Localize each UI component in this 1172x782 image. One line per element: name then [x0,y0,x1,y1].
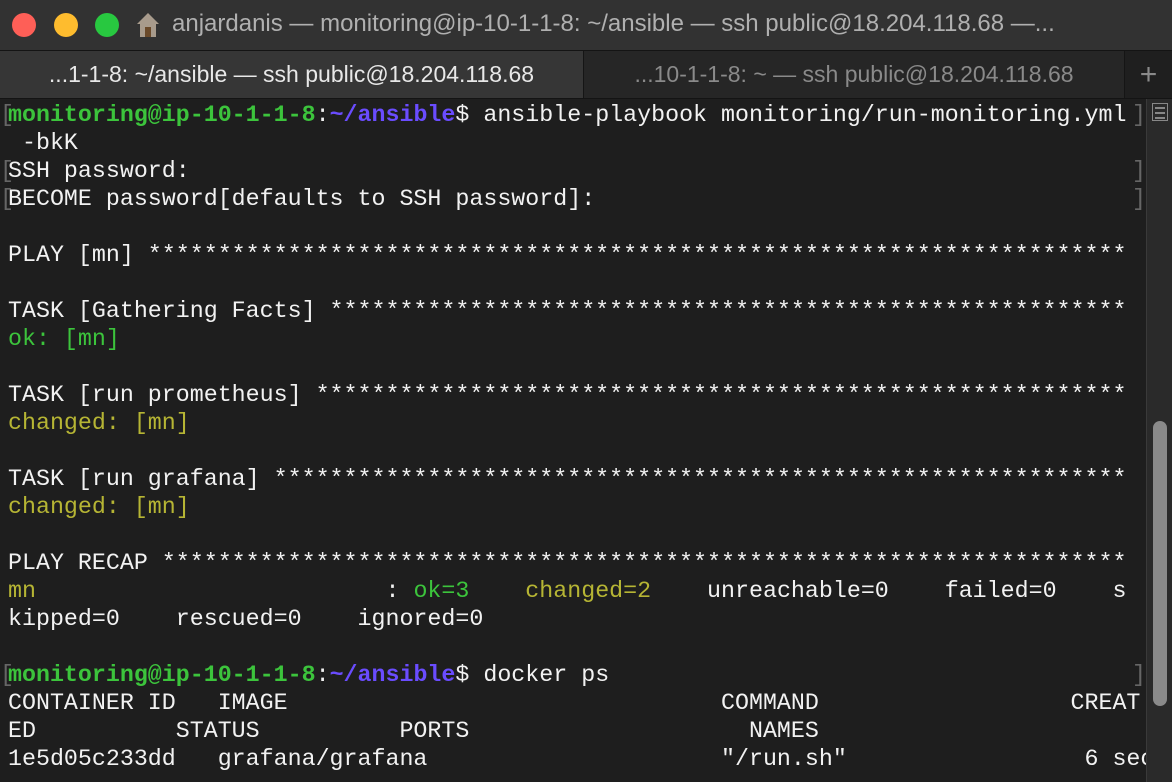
line-bracket: [ [0,158,14,184]
terminal-text: ok: [mn] [8,326,120,352]
line-bracket: ] [1132,186,1146,212]
terminal-line: TASK [run prometheus] ******************… [8,381,1138,409]
terminal-line: kipped=0 rescued=0 ignored=0 [8,605,1138,633]
terminal-line: mn : ok=3 changed=2 unreachable=0 failed… [8,577,1138,605]
terminal-line: [] BECOME password[defaults to SSH passwo… [0,185,1146,213]
terminal-text: BECOME password[defaults to SSH password… [8,186,596,212]
line-bracket: ] [1132,158,1146,184]
terminal-line: [] monitoring@ip-10-1-1-8:~/ansible$ dock… [0,661,1146,689]
terminal-text: unreachable=0 failed=0 s [651,578,1127,604]
terminal-text: changed: [mn] [8,410,190,436]
terminal-line: ED STATUS PORTS NAMES [8,717,1138,745]
terminal-line: changed: [mn] [8,493,1138,521]
tab-ansible[interactable]: ...1-1-8: ~/ansible — ssh public@18.204.… [0,51,584,98]
terminal-line: [] monitoring@ip-10-1-1-8:~/ansible$ ansi… [0,101,1146,129]
terminal-text: ~/ansible [329,102,456,128]
terminal-text: ok=3 [413,578,470,604]
terminal-text: $ docker ps [455,662,610,688]
scrollbar[interactable] [1146,99,1172,782]
terminal-text: ~/ansible [329,662,456,688]
line-bracket: [ [0,102,14,128]
terminal-text: SSH password: [8,158,190,184]
line-bracket: ] [1132,102,1146,128]
terminal-line: PLAY [mn] ******************************… [8,241,1138,269]
terminal-text: monitoring@ip-10-1-1-8 [8,662,316,688]
new-tab-button[interactable]: + [1125,51,1172,98]
terminal-text: -bkK [8,130,78,156]
tab-bar: ...1-1-8: ~/ansible — ssh public@18.204.… [0,50,1172,99]
terminal-line: 1e5d05c233dd grafana/grafana "/run.sh" 6… [8,745,1154,773]
terminal-text: : [315,662,330,688]
menu-icon[interactable] [1152,103,1168,121]
terminal-text: changed: [mn] [8,494,190,520]
terminal-line: PLAY RECAP *****************************… [8,549,1138,577]
terminal-line: [] SSH password: [0,157,1146,185]
window-title: anjardanis — monitoring@ip-10-1-1-8: ~/a… [172,10,1055,37]
terminal-line: -bkK [8,129,1138,157]
terminal-text: $ ansible-playbook monitoring/run-monito… [455,102,1127,128]
terminal-line: changed: [mn] [8,409,1138,437]
line-bracket: [ [0,186,14,212]
terminal-line: CONTAINER ID IMAGE COMMAND CREAT [8,689,1141,717]
minimize-button[interactable] [54,13,78,37]
scrollbar-thumb[interactable] [1153,421,1167,706]
terminal-text: 1e5d05c233dd grafana/grafana "/run.sh" 6… [8,746,1155,772]
terminal-text: monitoring@ip-10-1-1-8 [8,102,316,128]
terminal-text: kipped=0 rescued=0 ignored=0 [8,606,484,632]
tab-home[interactable]: ...10-1-1-8: ~ — ssh public@18.204.118.6… [584,51,1125,98]
line-bracket: ] [1132,662,1146,688]
terminal-text: CONTAINER ID IMAGE COMMAND CREAT [8,690,1141,716]
terminal-line: TASK [Gathering Facts] *****************… [8,297,1138,325]
terminal-line: TASK [run grafana] *********************… [8,465,1138,493]
close-button[interactable] [12,13,36,37]
terminal-output[interactable]: [] monitoring@ip-10-1-1-8:~/ansible$ ansi… [0,101,1154,773]
terminal-text: : [315,102,330,128]
terminal-text: : [35,578,414,604]
terminal-text: PLAY [mn] ******************************… [8,242,1127,268]
line-bracket: [ [0,662,14,688]
terminal-text: ED STATUS PORTS NAMES [8,718,819,744]
terminal-text: TASK [run prometheus] ******************… [8,382,1127,408]
terminal-text: changed=2 [525,578,652,604]
terminal-text: PLAY RECAP *****************************… [8,550,1127,576]
title-bar: anjardanis — monitoring@ip-10-1-1-8: ~/a… [0,0,1172,50]
terminal-text: TASK [run grafana] *********************… [8,466,1127,492]
terminal-text: mn [8,578,36,604]
terminal-line: ok: [mn] [8,325,1138,353]
maximize-button[interactable] [95,13,119,37]
home-icon [137,13,159,37]
terminal-text: TASK [Gathering Facts] *****************… [8,298,1127,324]
